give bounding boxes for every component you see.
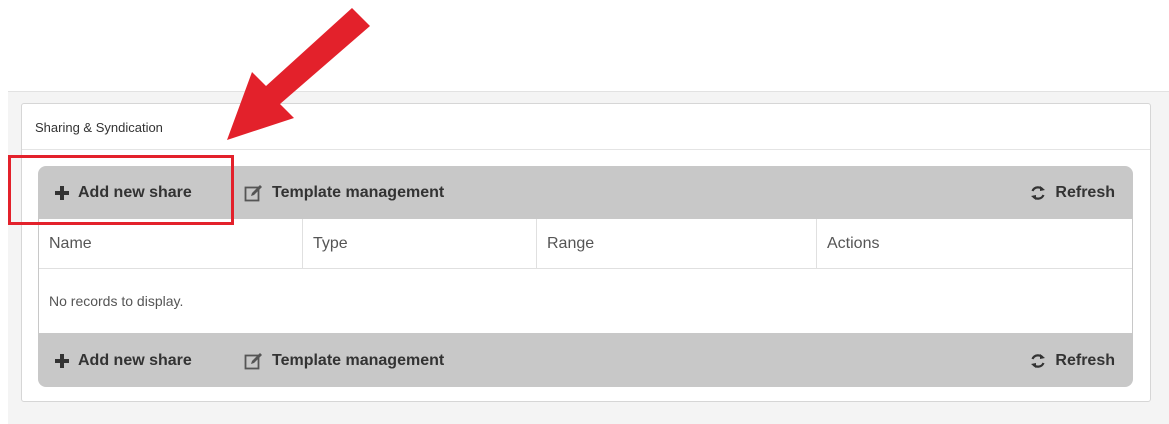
plus-icon [54,353,70,369]
column-header-range[interactable]: Range [536,219,816,268]
refresh-icon [1029,353,1047,369]
template-management-button-bottom[interactable]: Template management [244,352,444,370]
grid-toolbar-bottom: Add new share Template management Refres… [38,334,1133,387]
add-new-share-label: Add new share [78,351,192,369]
column-header-actions[interactable]: Actions [816,219,1132,268]
panel-header: Sharing & Syndication [22,104,1150,150]
refresh-button[interactable]: Refresh [1029,184,1115,202]
template-management-label: Template management [272,183,445,201]
column-header-type[interactable]: Type [302,219,536,268]
pointer-arrow [227,8,370,140]
template-management-label: Template management [272,351,445,369]
empty-records-message: No records to display. [49,293,184,309]
sharing-syndication-panel: Sharing & Syndication Add new share Temp… [21,103,1151,402]
column-header-name[interactable]: Name [39,219,302,268]
refresh-label: Refresh [1055,183,1115,201]
highlight-box [8,155,234,225]
add-new-share-button-bottom[interactable]: Add new share [54,352,192,370]
refresh-icon [1029,185,1047,201]
template-management-button[interactable]: Template management [244,184,444,202]
edit-icon [244,352,264,370]
refresh-label: Refresh [1055,351,1115,369]
table-header-row: Name Type Range Actions [39,219,1132,269]
panel-title: Sharing & Syndication [35,120,163,135]
refresh-button-bottom[interactable]: Refresh [1029,352,1115,370]
edit-icon [244,184,264,202]
shares-table: Name Type Range Actions No records to di… [39,219,1132,333]
